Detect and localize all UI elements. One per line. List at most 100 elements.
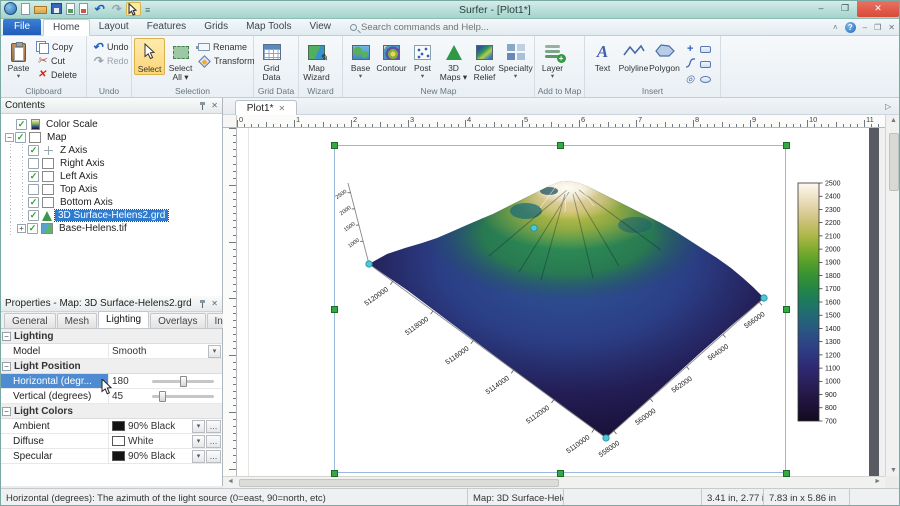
tab-grids[interactable]: Grids	[195, 19, 237, 35]
ribbon-button-ellipse-icon[interactable]	[698, 72, 712, 86]
tree-checkbox[interactable]: ✓	[28, 197, 39, 208]
ribbon-button-rect-icon[interactable]	[698, 42, 712, 56]
doc-close-icon[interactable]: ✕	[888, 23, 895, 32]
property-value[interactable]: 90% Black	[128, 451, 175, 462]
property-label[interactable]: Ambient	[1, 419, 109, 433]
collapse-ribbon-icon[interactable]: ˄	[833, 23, 838, 32]
property-label[interactable]: Specular	[1, 449, 109, 463]
scroll-up-icon[interactable]: ▲	[886, 117, 900, 124]
ribbon-button-undo[interactable]: ↶Undo	[89, 41, 131, 53]
vertex-handle[interactable]	[761, 295, 767, 301]
ribbon-button-paste[interactable]: Paste▾	[3, 38, 34, 80]
section-collapse-icon[interactable]: −	[2, 362, 11, 371]
ribbon-button-select-all[interactable]: SelectAll ▾	[165, 38, 196, 82]
properties-tab-lighting[interactable]: Lighting	[98, 311, 149, 328]
selection-handle[interactable]	[783, 142, 790, 149]
property-label[interactable]: Model	[1, 344, 109, 358]
tree-item-label[interactable]: Map	[44, 132, 69, 143]
ribbon-button-transform[interactable]: Transform	[196, 55, 257, 67]
color-scale-object[interactable]: 7008009001000110012001300140015001600170…	[798, 180, 841, 425]
tree-item-map[interactable]: −✓ Map	[5, 131, 222, 144]
property-value[interactable]: 45	[112, 391, 123, 402]
scroll-left-icon[interactable]: ◄	[227, 478, 234, 485]
ribbon-button-grid-data[interactable]: GridData	[256, 38, 287, 82]
new-file-icon[interactable]	[21, 3, 30, 18]
slider-track[interactable]	[152, 395, 214, 398]
tab-layout[interactable]: Layout	[90, 19, 138, 35]
property-value[interactable]: 180	[112, 376, 129, 387]
more-options-button[interactable]: …	[206, 450, 221, 463]
tree-item-base-helens-tif[interactable]: +✓ Base-Helens.tif	[5, 222, 222, 235]
property-value[interactable]: Smooth	[112, 346, 146, 357]
color-swatch[interactable]	[112, 421, 125, 431]
tab-close-icon[interactable]: ✕	[278, 104, 285, 113]
tab-home[interactable]: Home	[43, 19, 90, 36]
tab-view[interactable]: View	[301, 19, 341, 35]
property-value[interactable]: 90% Black	[128, 421, 175, 432]
properties-tab-mesh[interactable]: Mesh	[57, 313, 97, 328]
property-section-lighting[interactable]: −Lighting	[1, 329, 222, 344]
property-label[interactable]: Horizontal (degr...	[1, 374, 109, 388]
redo-icon[interactable]: ↷	[109, 4, 122, 16]
undo-icon[interactable]: ↶	[92, 4, 105, 16]
ribbon-button-3d-maps[interactable]: 3DMaps ▾	[438, 38, 469, 82]
search-input[interactable]	[361, 22, 511, 33]
close-button[interactable]: ✕	[857, 1, 899, 17]
selection-handle[interactable]	[557, 470, 564, 477]
customize-icon[interactable]: ≡	[145, 4, 150, 17]
vertex-handle[interactable]	[603, 435, 609, 441]
section-collapse-icon[interactable]: −	[2, 332, 11, 341]
vertex-handle[interactable]	[531, 225, 537, 231]
slider-thumb[interactable]	[180, 376, 187, 387]
tree-item-color-scale[interactable]: ✓Color Scale	[5, 118, 222, 131]
tab-map-tools[interactable]: Map Tools	[237, 19, 300, 35]
save-icon[interactable]	[51, 3, 62, 17]
ribbon-button-contour[interactable]: Contour	[376, 38, 407, 73]
tree-checkbox[interactable]: ✓	[27, 223, 38, 234]
dropdown-icon[interactable]: ▾	[208, 345, 221, 358]
tree-expander-icon[interactable]: −	[5, 133, 14, 142]
horizontal-scrollbar[interactable]: ◄ ►	[223, 476, 885, 488]
tab-features[interactable]: Features	[138, 19, 195, 35]
ribbon-button-map-wizard[interactable]: MapWizard	[301, 38, 332, 82]
ribbon-button-polyline[interactable]: Polyline	[618, 38, 649, 73]
selection-handle[interactable]	[783, 306, 790, 313]
tree-item-label[interactable]: 3D Surface-Helens2.grd	[55, 210, 168, 221]
ribbon-button-circle-icon[interactable]: ◎	[683, 72, 697, 86]
tree-item-label[interactable]: Bottom Axis	[57, 197, 116, 208]
ribbon-button-rename[interactable]: Rename	[196, 41, 257, 53]
vertical-scroll-thumb[interactable]	[889, 133, 899, 191]
property-label[interactable]: Diffuse	[1, 434, 109, 448]
ribbon-button-rect2-icon[interactable]	[698, 57, 712, 71]
tree-checkbox[interactable]: ✓	[28, 145, 39, 156]
doc-restore-icon[interactable]: ❐	[874, 23, 881, 32]
tree-item-label[interactable]: Top Axis	[57, 184, 100, 195]
property-section-light-position[interactable]: −Light Position	[1, 359, 222, 374]
property-value[interactable]: White	[128, 436, 154, 447]
tree-item-label[interactable]: Left Axis	[57, 171, 101, 182]
color-swatch[interactable]	[112, 436, 125, 446]
selection-handle[interactable]	[331, 470, 338, 477]
tree-expander-icon[interactable]: +	[17, 224, 26, 233]
maximize-button[interactable]: ❐	[833, 1, 857, 17]
search-box[interactable]	[350, 19, 511, 35]
ribbon-button-text[interactable]: AText	[587, 38, 618, 73]
tree-item-label[interactable]: Base-Helens.tif	[56, 223, 130, 234]
pin-icon[interactable]	[199, 300, 206, 308]
tree-checkbox[interactable]: ✓	[15, 132, 26, 143]
import-icon[interactable]	[66, 3, 75, 18]
ribbon-button-cut[interactable]: ✂Cut	[34, 55, 79, 67]
tree-item-label[interactable]: Right Axis	[57, 158, 107, 169]
vertex-handle[interactable]	[366, 261, 372, 267]
tree-item-label[interactable]: Color Scale	[43, 119, 101, 130]
tree-checkbox[interactable]: ✓	[28, 171, 39, 182]
selection-handle[interactable]	[783, 470, 790, 477]
ribbon-button-post[interactable]: Post▾	[407, 38, 438, 80]
selection-handle[interactable]	[331, 142, 338, 149]
dropdown-icon[interactable]: ▾	[192, 435, 205, 448]
selection-handle[interactable]	[331, 306, 338, 313]
properties-tab-overlays[interactable]: Overlays	[150, 313, 205, 328]
export-icon[interactable]	[79, 3, 88, 18]
tab-scroll-right-icon[interactable]: ▷	[885, 102, 891, 111]
tree-item-label[interactable]: Z Axis	[57, 145, 90, 156]
